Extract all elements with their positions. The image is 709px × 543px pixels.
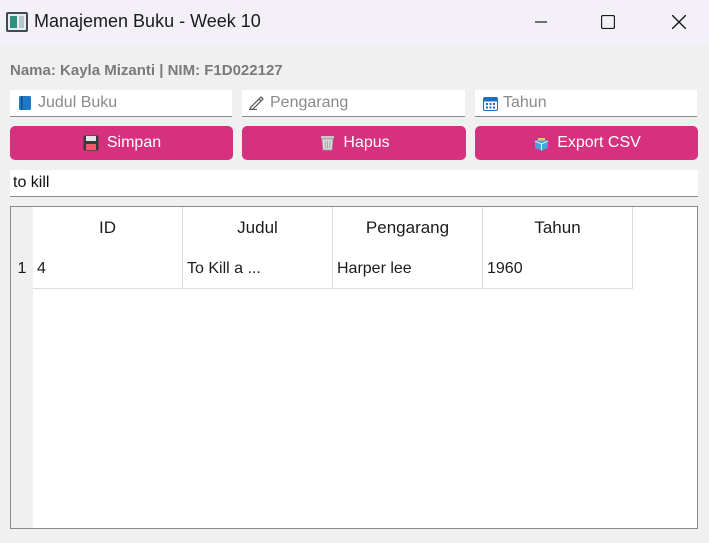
minimize-button[interactable] bbox=[506, 0, 576, 44]
judul-buku-input[interactable]: Judul Buku bbox=[10, 90, 232, 117]
table-cell-tahun[interactable]: 1960 bbox=[483, 249, 633, 289]
table-cell-id[interactable]: 4 bbox=[33, 249, 183, 289]
title-bar: Manajemen Buku - Week 10 bbox=[0, 0, 709, 44]
book-icon bbox=[16, 94, 34, 112]
export-csv-label: Export CSV bbox=[557, 134, 641, 151]
pengarang-placeholder: Pengarang bbox=[270, 94, 349, 111]
simpan-button[interactable]: Simpan bbox=[10, 126, 233, 160]
simpan-label: Simpan bbox=[106, 134, 162, 151]
export-csv-button[interactable]: Export CSV bbox=[475, 126, 698, 160]
table-cell-pengarang[interactable]: Harper lee bbox=[333, 249, 483, 289]
window-title: Manajemen Buku - Week 10 bbox=[34, 11, 261, 31]
minimize-icon bbox=[535, 21, 547, 23]
table-corner-button[interactable] bbox=[11, 207, 33, 249]
hapus-button[interactable]: Hapus bbox=[242, 126, 466, 160]
maximize-icon bbox=[601, 15, 615, 29]
column-header-judul[interactable]: Judul bbox=[183, 207, 333, 249]
hapus-label: Hapus bbox=[343, 134, 390, 151]
close-icon bbox=[672, 15, 686, 29]
calendar-icon bbox=[481, 94, 499, 112]
writing-hand-icon bbox=[248, 94, 266, 112]
app-icon bbox=[6, 12, 28, 32]
column-header-id[interactable]: ID bbox=[33, 207, 183, 249]
tahun-input[interactable]: Tahun bbox=[475, 90, 697, 117]
table-cell-judul[interactable]: To Kill a ... bbox=[183, 249, 333, 289]
book-table[interactable]: ID Judul Pengarang Tahun 1 4 To Kill a .… bbox=[10, 206, 698, 529]
close-button[interactable] bbox=[644, 0, 709, 44]
package-icon bbox=[532, 134, 550, 152]
search-input[interactable]: to kill bbox=[10, 170, 698, 197]
column-header-tahun[interactable]: Tahun bbox=[483, 207, 633, 249]
column-header-pengarang[interactable]: Pengarang bbox=[333, 207, 483, 249]
judul-buku-placeholder: Judul Buku bbox=[38, 94, 118, 111]
floppy-disk-icon bbox=[82, 134, 100, 152]
row-number[interactable]: 1 bbox=[11, 249, 33, 289]
student-info-label: Nama: Kayla Mizanti | NIM: F1D022127 bbox=[10, 62, 283, 79]
tahun-placeholder: Tahun bbox=[503, 94, 547, 111]
wastebasket-icon bbox=[318, 134, 336, 152]
maximize-button[interactable] bbox=[573, 0, 643, 44]
pengarang-input[interactable]: Pengarang bbox=[242, 90, 465, 117]
